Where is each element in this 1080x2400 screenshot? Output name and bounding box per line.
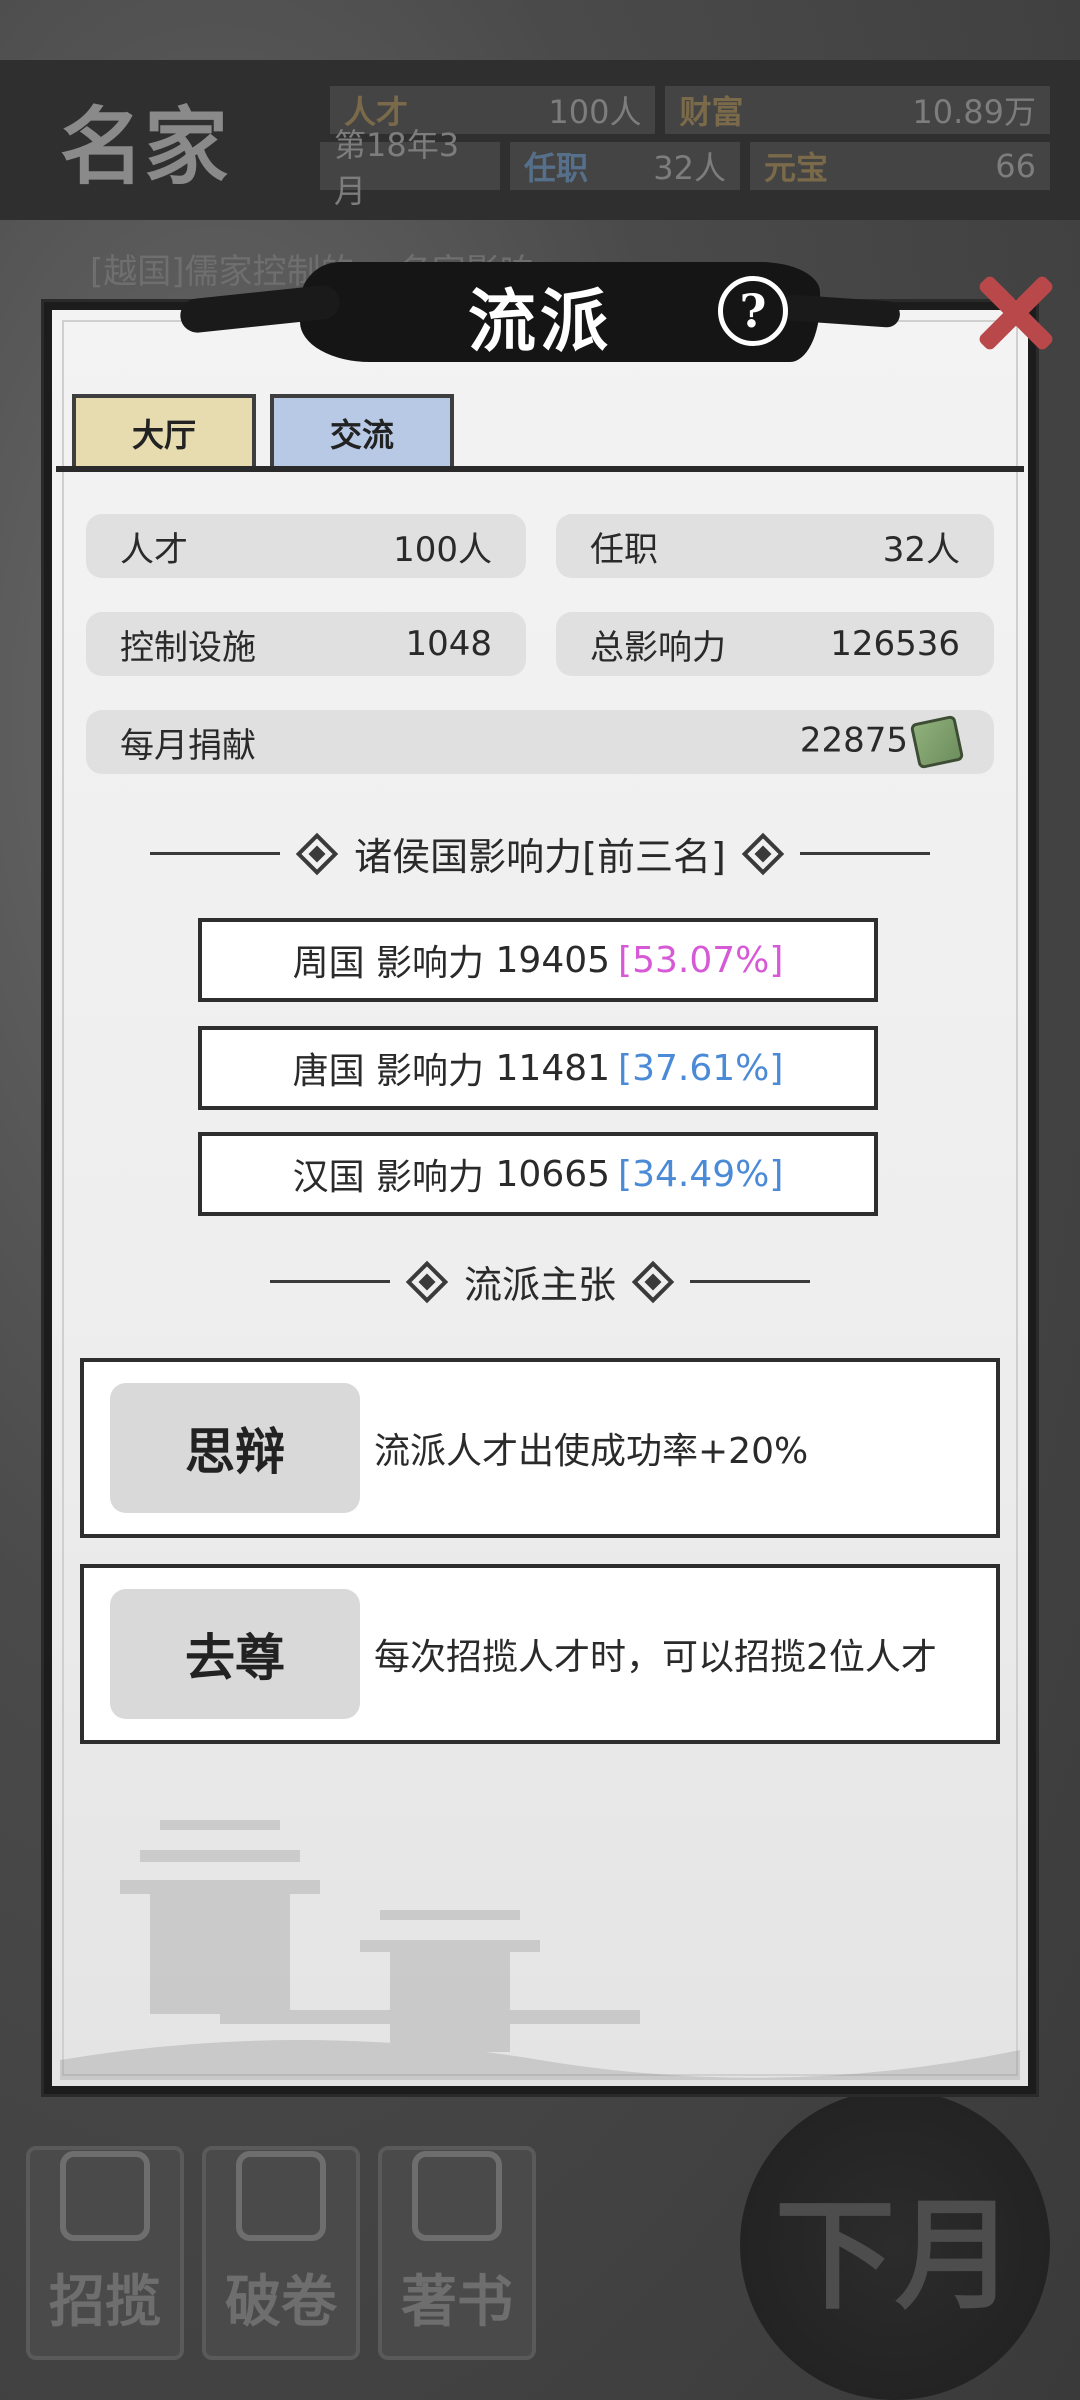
next-month-button[interactable]: 下月 — [740, 2090, 1050, 2400]
doctrine-badge: 思辩 — [110, 1383, 360, 1513]
doctrine-section-title: 流派主张 — [463, 1263, 616, 1307]
influence-row: 周国 影响力 19405 [53.07%] — [198, 918, 878, 1002]
recruit-icon — [60, 2151, 150, 2241]
tab-hall[interactable]: 大厅 — [72, 394, 256, 468]
total-influence-box: 总影响力 126536 — [556, 612, 994, 676]
doctrine-desc: 每次招揽人才时，可以招揽2位人才 — [374, 1637, 937, 1678]
influence-label: 影响力 — [376, 1157, 485, 1198]
ingot-stat: 元宝 66 — [750, 142, 1050, 190]
diamond-ornament-icon — [295, 832, 339, 875]
recruit-button[interactable]: 招揽 — [26, 2146, 184, 2360]
facilities-label: 控制设施 — [120, 627, 256, 668]
facilities-box: 控制设施 1048 — [86, 612, 526, 676]
total-influence-value: 126536 — [830, 624, 960, 664]
help-icon[interactable]: ? — [718, 276, 788, 346]
office-value: 32人 — [653, 149, 726, 187]
close-button[interactable] — [966, 262, 1066, 362]
wealth-value: 10.89万 — [912, 93, 1036, 131]
influence-percent: [37.61%] — [618, 1047, 784, 1089]
top-stats-row-2: 第18年3月 任职 32人 元宝 66 — [320, 126, 1060, 210]
write-book-button[interactable]: 著书 — [378, 2146, 536, 2360]
monthly-donation-box: 每月捐献 22875 — [86, 710, 994, 774]
total-influence-label: 总影响力 — [590, 627, 726, 668]
influence-section-header: 诸侯国影响力[前三名] — [0, 826, 1080, 881]
ingot-value: 66 — [995, 147, 1036, 185]
doctrine-card: 去尊 每次招揽人才时，可以招揽2位人才 — [80, 1564, 1000, 1744]
game-title: 名家 — [60, 97, 229, 196]
write-book-icon — [412, 2151, 502, 2241]
write-book-label: 著书 — [401, 2269, 513, 2335]
pagoda-ink-decoration — [60, 1820, 1020, 2080]
office-box: 任职 32人 — [556, 514, 994, 578]
recruit-label: 招揽 — [49, 2269, 161, 2335]
break-scroll-button[interactable]: 破卷 — [202, 2146, 360, 2360]
influence-section-title: 诸侯国影响力[前三名] — [354, 835, 726, 879]
influence-value: 10665 — [495, 1153, 611, 1195]
office-box-label: 任职 — [590, 529, 658, 570]
influence-label: 影响力 — [376, 1051, 485, 1092]
tab-exchange[interactable]: 交流 — [270, 394, 454, 468]
influence-row: 汉国 影响力 10665 [34.49%] — [198, 1132, 878, 1216]
panel-title: 流派 — [467, 282, 612, 362]
state-name: 周国 — [292, 943, 365, 984]
break-scroll-label: 破卷 — [225, 2269, 337, 2335]
monthly-donation-value-wrap: 22875 — [799, 714, 965, 770]
state-name: 唐国 — [292, 1051, 365, 1092]
facilities-value: 1048 — [405, 624, 492, 664]
monthly-donation-label: 每月捐献 — [120, 725, 256, 766]
money-icon — [909, 714, 965, 770]
influence-label: 影响力 — [376, 943, 485, 984]
talent-box-value: 100人 — [393, 529, 492, 570]
office-box-value: 32人 — [882, 529, 960, 570]
talent-value: 100人 — [548, 93, 642, 131]
wealth-label: 财富 — [679, 93, 744, 131]
influence-percent: [53.07%] — [618, 939, 784, 981]
talent-box: 人才 100人 — [86, 514, 526, 578]
ingot-label: 元宝 — [764, 149, 829, 187]
office-label: 任职 — [524, 149, 589, 187]
monthly-donation-value: 22875 — [799, 720, 908, 761]
diamond-ornament-icon — [741, 832, 785, 875]
date-stat: 第18年3月 — [320, 126, 500, 210]
next-month-label: 下月 — [775, 2185, 1015, 2326]
doctrine-badge: 去尊 — [110, 1589, 360, 1719]
wealth-stat: 财富 10.89万 — [665, 86, 1050, 134]
influence-value: 11481 — [495, 1047, 611, 1089]
tab-divider — [56, 466, 1024, 472]
influence-row: 唐国 影响力 11481 [37.61%] — [198, 1026, 878, 1110]
doctrine-section-header: 流派主张 — [0, 1254, 1080, 1309]
office-stat: 任职 32人 — [510, 142, 740, 190]
talent-box-label: 人才 — [120, 529, 188, 570]
influence-value: 19405 — [495, 939, 611, 981]
doctrine-card: 思辩 流派人才出使成功率+20% — [80, 1358, 1000, 1538]
influence-percent: [34.49%] — [618, 1153, 784, 1195]
diamond-ornament-icon — [405, 1260, 449, 1303]
state-name: 汉国 — [292, 1157, 365, 1198]
date-value: 第18年3月 — [334, 126, 460, 210]
scroll-icon — [236, 2151, 326, 2241]
doctrine-desc: 流派人才出使成功率+20% — [374, 1431, 809, 1472]
diamond-ornament-icon — [631, 1260, 675, 1303]
